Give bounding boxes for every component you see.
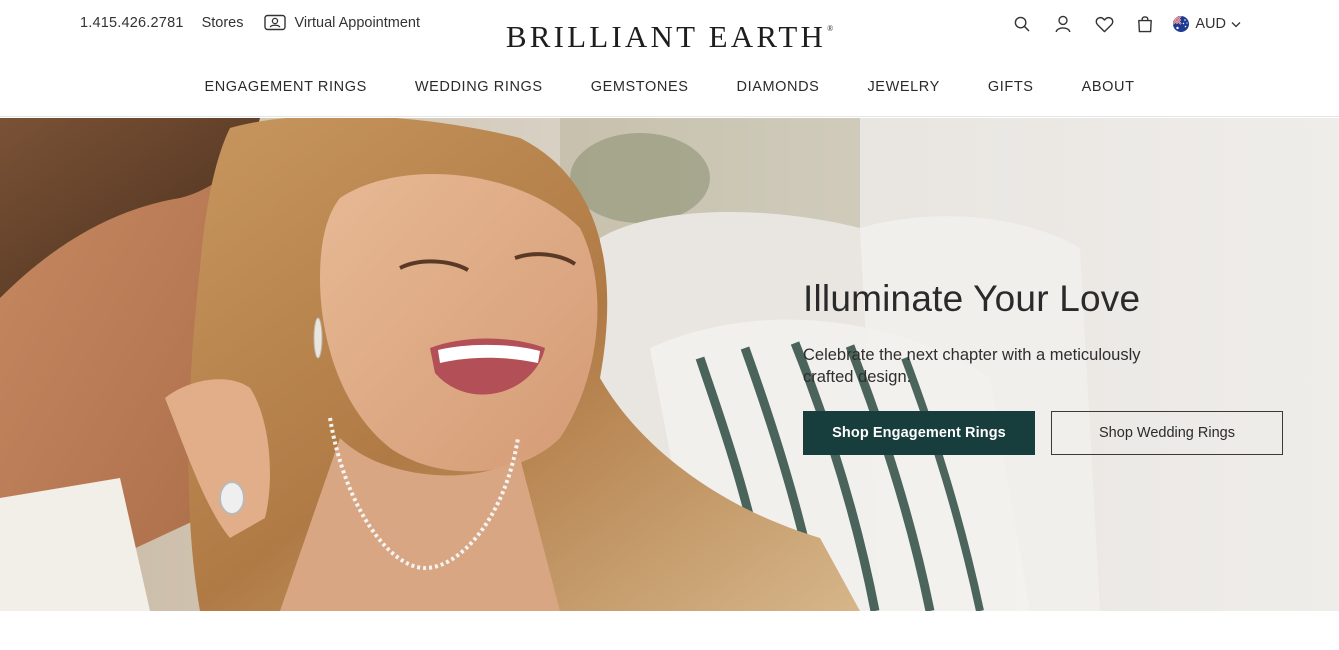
utility-links: 1.415.426.2781 Stores Virtual Appointmen… [80,14,420,31]
nav-item-wedding-rings[interactable]: WEDDING RINGS [415,79,543,95]
header-actions: AUD [1010,13,1241,35]
brand-logo-text: BRILLIANT EARTH [505,19,827,54]
chevron-down-icon [1231,21,1241,27]
nav-item-jewelry[interactable]: JEWELRY [867,79,939,95]
stores-link[interactable]: Stores [202,15,244,31]
search-button[interactable] [1010,13,1034,35]
video-call-icon [263,14,286,31]
virtual-appointment-link[interactable]: Virtual Appointment [263,14,420,31]
nav-item-engagement-rings[interactable]: ENGAGEMENT RINGS [204,79,366,95]
shopping-bag-icon [1138,16,1153,33]
hero-copy: Illuminate Your Love Celebrate the next … [803,276,1303,455]
registered-mark: ® [827,24,834,33]
shop-wedding-rings-button[interactable]: Shop Wedding Rings [1051,411,1283,455]
brand-logo[interactable]: BRILLIANT EARTH® [506,19,833,54]
wishlist-heart-icon [1095,16,1114,32]
main-navigation: ENGAGEMENT RINGS WEDDING RINGS GEMSTONES… [0,79,1339,95]
search-icon [1015,16,1030,32]
phone-link[interactable]: 1.415.426.2781 [80,15,184,31]
nav-item-gemstones[interactable]: GEMSTONES [591,79,689,95]
account-button[interactable] [1051,13,1075,35]
hero-title: Illuminate Your Love [803,278,1141,319]
wishlist-button[interactable] [1092,13,1116,35]
hero-cta-row: Shop Engagement Rings Shop Wedding Rings [803,411,1283,455]
cart-button[interactable] [1133,13,1157,35]
shop-engagement-rings-button[interactable]: Shop Engagement Rings [803,411,1035,455]
hero-subtitle: Celebrate the next chapter with a meticu… [803,346,1141,386]
hero-banner: Illuminate Your Love Celebrate the next … [0,118,1339,611]
account-icon [1055,15,1071,33]
nav-item-about[interactable]: ABOUT [1082,79,1135,95]
currency-label: AUD [1195,16,1226,32]
currency-selector[interactable]: AUD [1173,16,1241,32]
site-header: 1.415.426.2781 Stores Virtual Appointmen… [0,0,1339,117]
australia-flag-icon [1173,16,1190,32]
nav-item-diamonds[interactable]: DIAMONDS [737,79,820,95]
virtual-appointment-label: Virtual Appointment [294,14,420,31]
nav-item-gifts[interactable]: GIFTS [988,79,1034,95]
